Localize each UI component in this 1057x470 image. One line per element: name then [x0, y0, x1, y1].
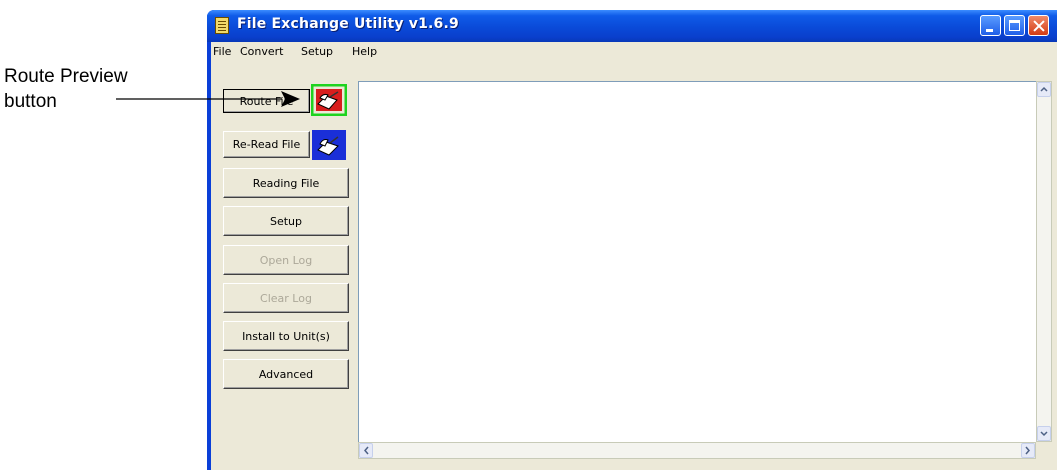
- scroll-down-arrow-icon[interactable]: [1037, 426, 1051, 441]
- install-to-units-button[interactable]: Install to Unit(s): [223, 321, 349, 351]
- title-bar[interactable]: File Exchange Utility v1.6.9: [207, 10, 1057, 42]
- vertical-scrollbar[interactable]: [1036, 81, 1052, 442]
- menu-bar: File Convert Setup Help: [211, 42, 1057, 61]
- log-list[interactable]: [358, 81, 1037, 459]
- menu-help[interactable]: Help: [352, 45, 377, 58]
- scroll-left-arrow-icon[interactable]: [359, 443, 373, 458]
- reread-preview-icon: [312, 130, 346, 160]
- menu-convert[interactable]: Convert: [240, 45, 284, 58]
- route-preview-button[interactable]: [310, 83, 348, 117]
- scrollbar-corner: [1036, 442, 1052, 459]
- route-preview-icon: [310, 83, 348, 117]
- menu-setup[interactable]: Setup: [301, 45, 333, 58]
- annotation-line-1: Route Preview: [4, 66, 128, 87]
- reading-file-button[interactable]: Reading File: [223, 168, 349, 198]
- minimize-button[interactable]: [980, 15, 1001, 36]
- open-log-button[interactable]: Open Log: [223, 245, 349, 275]
- close-button[interactable]: [1028, 15, 1049, 36]
- re-read-file-button[interactable]: Re-Read File: [223, 131, 310, 158]
- scroll-right-arrow-icon[interactable]: [1021, 443, 1035, 458]
- app-notepad-icon[interactable]: [215, 17, 229, 34]
- horizontal-scrollbar[interactable]: [358, 442, 1036, 459]
- annotation-label: Route Preview button: [4, 64, 204, 114]
- menu-file[interactable]: File: [213, 45, 231, 58]
- route-file-button[interactable]: Route File: [223, 89, 310, 113]
- re-read-preview-button[interactable]: [312, 130, 346, 160]
- app-window: File Exchange Utility v1.6.9 File Conver…: [207, 10, 1057, 470]
- advanced-button[interactable]: Advanced: [223, 359, 349, 389]
- clear-log-button[interactable]: Clear Log: [223, 283, 349, 313]
- window-title: File Exchange Utility v1.6.9: [237, 16, 459, 32]
- setup-button[interactable]: Setup: [223, 206, 349, 236]
- scroll-up-arrow-icon[interactable]: [1037, 82, 1051, 97]
- maximize-button[interactable]: [1004, 15, 1025, 36]
- window-client-area: File Convert Setup Help Route File Re-Re…: [211, 42, 1057, 470]
- annotation-line-2: button: [4, 91, 57, 112]
